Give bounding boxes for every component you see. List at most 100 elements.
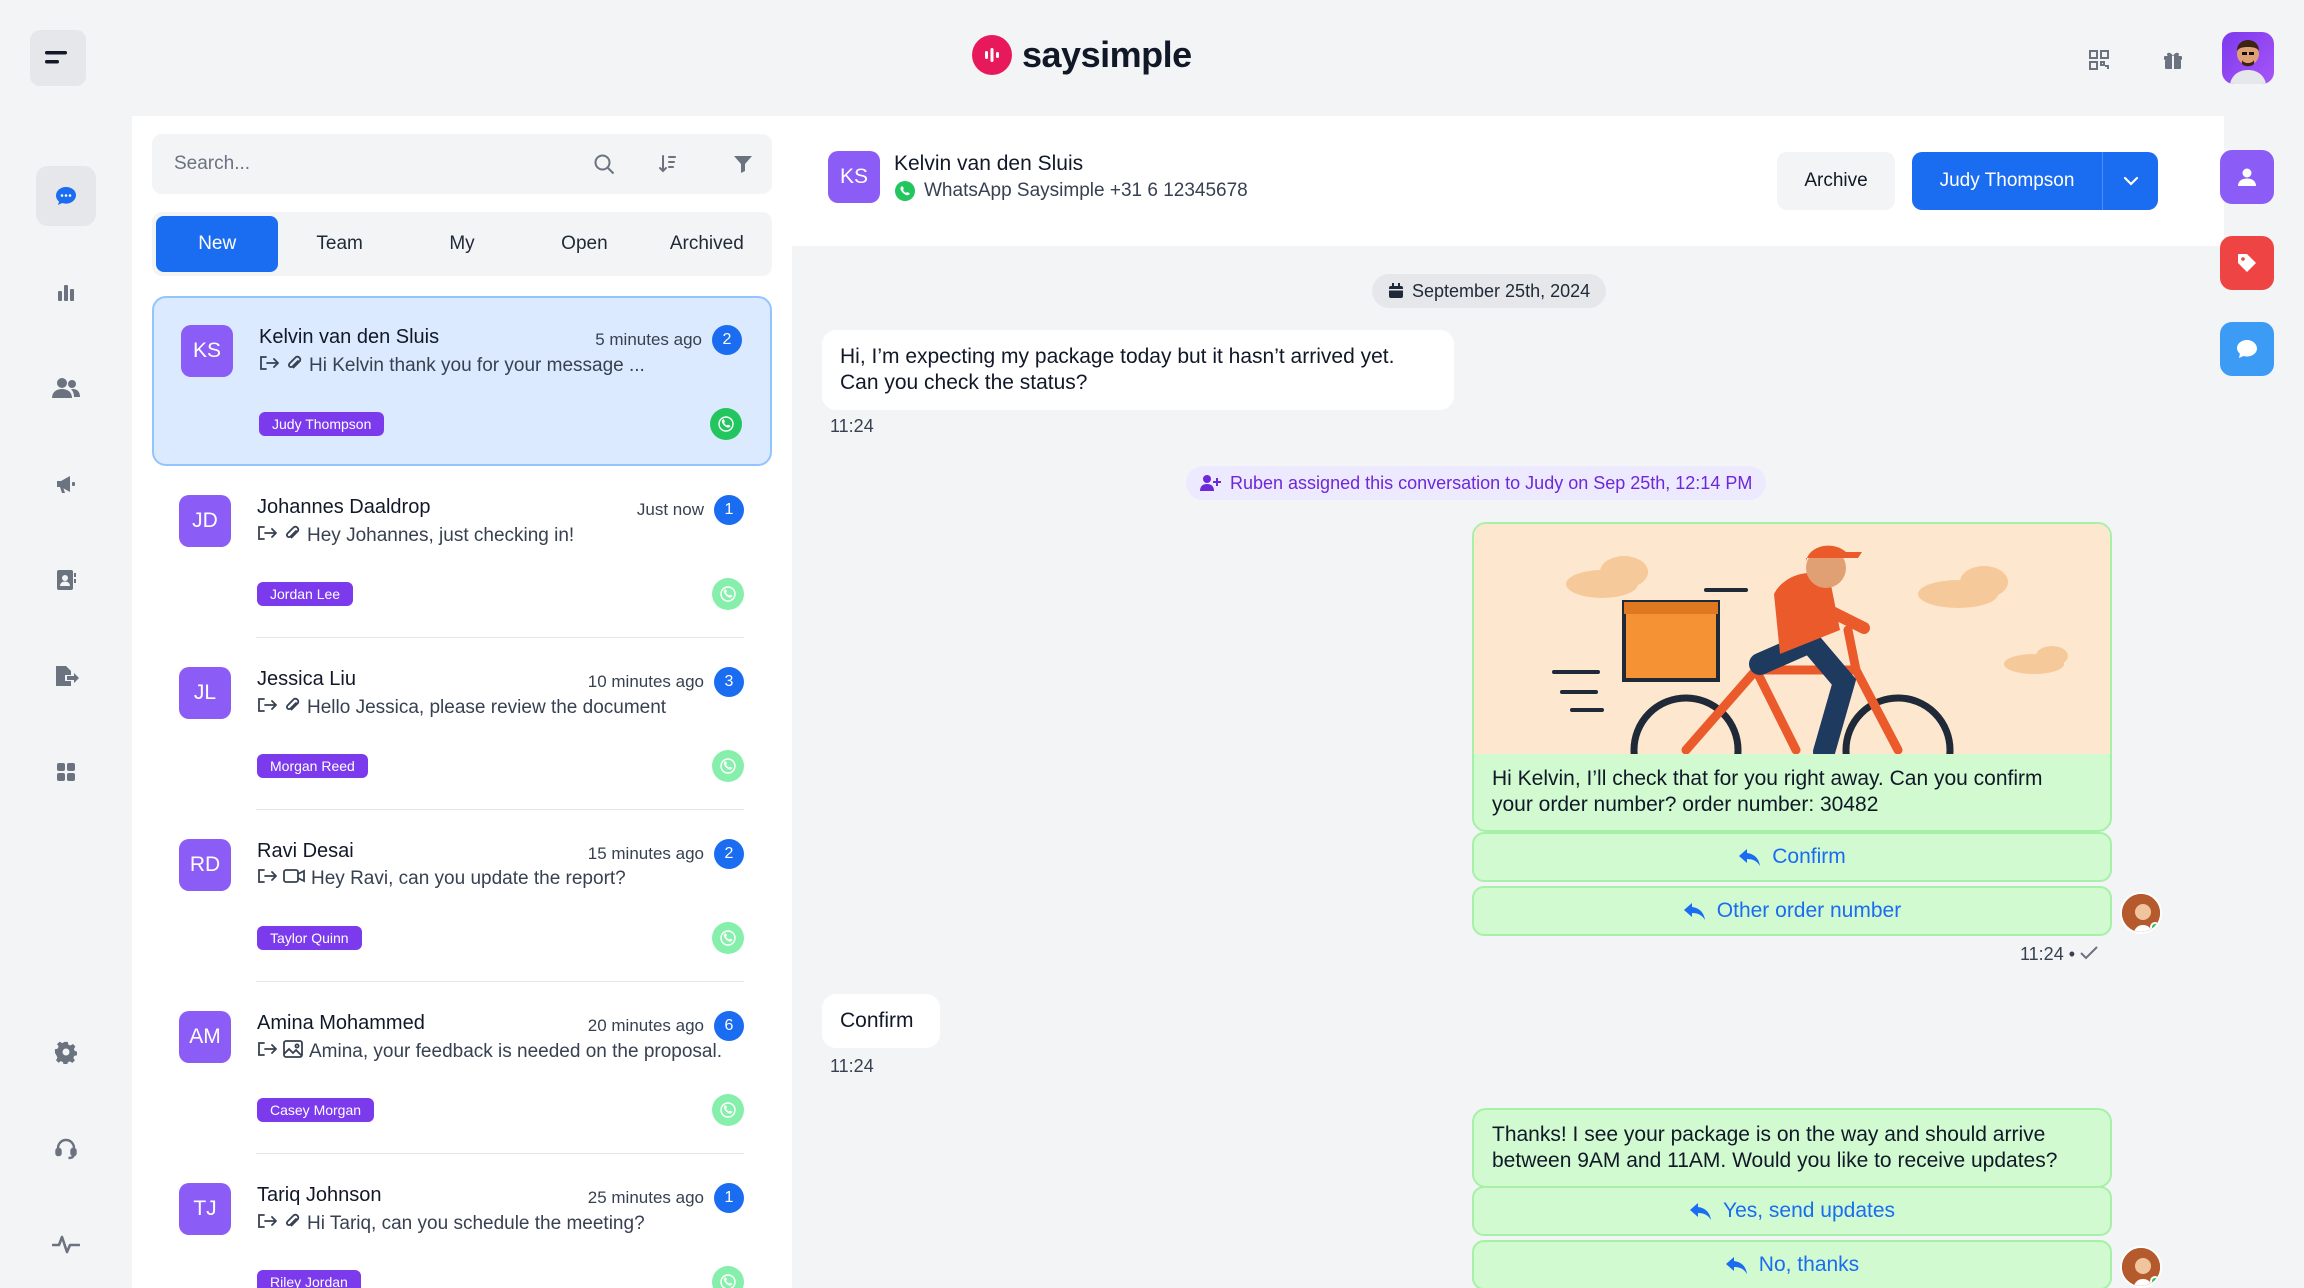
assignee-label: Judy Thompson	[1939, 170, 2075, 191]
system-event-text: Ruben assigned this conversation to Judy…	[1230, 472, 1753, 493]
filter-icon	[734, 156, 752, 173]
outgoing-message-card: Hi Kelvin, I’ll check that for you right…	[1472, 522, 2112, 832]
contact-avatar: RD	[179, 839, 231, 891]
nav-campaigns[interactable]	[36, 454, 96, 514]
message-preview: Hello Jessica, please review the documen…	[257, 696, 666, 720]
nav-chats[interactable]	[36, 166, 96, 226]
message-time: 11:24	[830, 416, 874, 436]
contact-channel: WhatsApp Saysimple +31 6 12345678	[894, 180, 1248, 202]
message-text-line: Hi Kelvin, I’ll check that for you right…	[1492, 767, 2043, 790]
conversation-tabs: New Team My Open Archived	[152, 212, 772, 276]
conversation-item[interactable]: RD Ravi Desai 15 minutes ago 2 Hey Ravi, can…	[152, 812, 772, 982]
logo-icon	[972, 35, 1012, 75]
tab-team[interactable]: Team	[278, 216, 400, 272]
quick-reply-yes-updates-button[interactable]: Yes, send updates	[1472, 1186, 2112, 1236]
search-icon[interactable]	[592, 152, 616, 176]
conversation-item[interactable]: TJ Tariq Johnson 25 minutes ago 1 Hi Tariq, …	[152, 1156, 772, 1288]
chevron-down-icon[interactable]	[2103, 176, 2158, 186]
quick-reply-other-order-button[interactable]: Other order number	[1472, 886, 2112, 936]
unread-count-badge: 3	[714, 667, 744, 697]
chat-header: KS Kelvin van den Sluis WhatsApp Saysimp…	[792, 116, 2224, 246]
incoming-message: Hi, I’m expecting my package today but i…	[822, 330, 1454, 410]
preview-text: Hi Tariq, can you schedule the meeting?	[307, 1213, 645, 1234]
outgoing-icon	[257, 697, 278, 719]
conversation-item[interactable]: AM Amina Mohammed 20 minutes ago 6 Amina, yo…	[152, 984, 772, 1154]
nav-activity[interactable]	[36, 1214, 96, 1274]
contact-details-button[interactable]	[2220, 150, 2274, 204]
message-preview: Amina, your feedback is needed on the pr…	[257, 1040, 722, 1064]
message-text-line: Hi, I’m expecting my package today but i…	[840, 345, 1395, 368]
labels-button[interactable]	[2220, 236, 2274, 290]
contacts-icon	[57, 570, 76, 590]
contact-name: Johannes Daaldrop	[257, 496, 431, 518]
unread-count-badge: 2	[712, 325, 742, 355]
outgoing-icon	[257, 1041, 278, 1063]
conversation-item[interactable]: KS Kelvin van den Sluis 5 minutes ago 2 Hi K…	[152, 296, 772, 466]
message-time-status: 11:24 •	[2020, 944, 2098, 965]
chat-bubble-icon	[2237, 340, 2257, 358]
assignee-tag: Jordan Lee	[257, 582, 354, 606]
qr-code-icon	[2089, 50, 2109, 70]
online-status-dot	[2150, 922, 2160, 932]
message-text-line: your order number? order number: 30482	[1492, 793, 1879, 816]
sort-icon	[659, 155, 676, 173]
unread-count-badge: 2	[714, 839, 744, 869]
assignee-dropdown[interactable]: Judy Thompson	[1912, 152, 2158, 210]
unread-count-badge: 1	[714, 1183, 744, 1213]
image-icon	[283, 1040, 303, 1064]
contact-avatar: KS	[828, 151, 880, 203]
preview-text: Hey Ravi, can you update the report?	[311, 868, 626, 889]
tab-open[interactable]: Open	[523, 216, 645, 272]
message-time: 11:24	[830, 1056, 874, 1076]
user-plus-icon	[1200, 475, 1221, 491]
paperclip-icon	[283, 696, 301, 720]
nav-address-book[interactable]	[36, 550, 96, 610]
nav-export[interactable]	[36, 646, 96, 706]
conversation-item[interactable]: JL Jessica Liu 10 minutes ago 3 Hello Jessic…	[152, 640, 772, 810]
sort-button[interactable]	[639, 134, 697, 194]
online-status-dot	[2150, 1276, 2160, 1286]
whatsapp-icon	[712, 750, 744, 782]
outgoing-icon	[257, 868, 278, 890]
qr-code-button[interactable]	[2081, 42, 2117, 78]
unread-count-badge: 1	[714, 495, 744, 525]
user-avatar[interactable]	[2222, 32, 2274, 84]
incoming-message: Confirm	[822, 994, 940, 1048]
whatsapp-icon	[712, 578, 744, 610]
apps-icon	[57, 763, 75, 781]
side-navigation	[0, 116, 132, 1288]
conversation-time: 20 minutes ago	[587, 1016, 704, 1035]
notes-button[interactable]	[2220, 322, 2274, 376]
nav-settings[interactable]	[36, 1022, 96, 1082]
quick-reply-no-thanks-button[interactable]: No, thanks	[1472, 1240, 2112, 1288]
divider	[256, 809, 744, 810]
filter-button[interactable]	[714, 134, 772, 194]
reply-icon	[1739, 849, 1761, 866]
archive-button[interactable]: Archive	[1777, 152, 1895, 210]
tag-icon	[2238, 254, 2256, 272]
quick-reply-confirm-button[interactable]: Confirm	[1472, 832, 2112, 882]
date-label: September 25th, 2024	[1412, 280, 1591, 301]
unread-count-badge: 6	[714, 1011, 744, 1041]
menu-toggle-button[interactable]	[30, 30, 86, 86]
message-time: 11:24	[2020, 944, 2064, 964]
contact-avatar: AM	[179, 1011, 231, 1063]
quick-reply-label: Confirm	[1772, 845, 1846, 868]
conversation-item[interactable]: JD Johannes Daaldrop Just now 1 Hey Johannes…	[152, 468, 772, 638]
preview-text: Hey Johannes, just checking in!	[307, 525, 575, 546]
reply-icon	[1725, 1257, 1747, 1274]
search-input[interactable]	[152, 134, 712, 194]
nav-apps[interactable]	[36, 742, 96, 802]
gift-button[interactable]	[2155, 42, 2191, 78]
tab-my[interactable]: My	[401, 216, 523, 272]
preview-text: Hi Kelvin thank you for your message ...	[309, 355, 645, 376]
nav-contacts-team[interactable]	[36, 358, 96, 418]
tab-new[interactable]: New	[156, 216, 279, 272]
nav-support[interactable]	[36, 1118, 96, 1178]
nav-reports[interactable]	[36, 262, 96, 322]
whatsapp-icon	[712, 1094, 744, 1126]
megaphone-icon	[57, 476, 75, 493]
tab-archived[interactable]: Archived	[646, 216, 768, 272]
chat-messages: September 25th, 2024 Hi, I’m expecting m…	[794, 246, 2190, 1288]
reply-icon	[1689, 1203, 1711, 1220]
